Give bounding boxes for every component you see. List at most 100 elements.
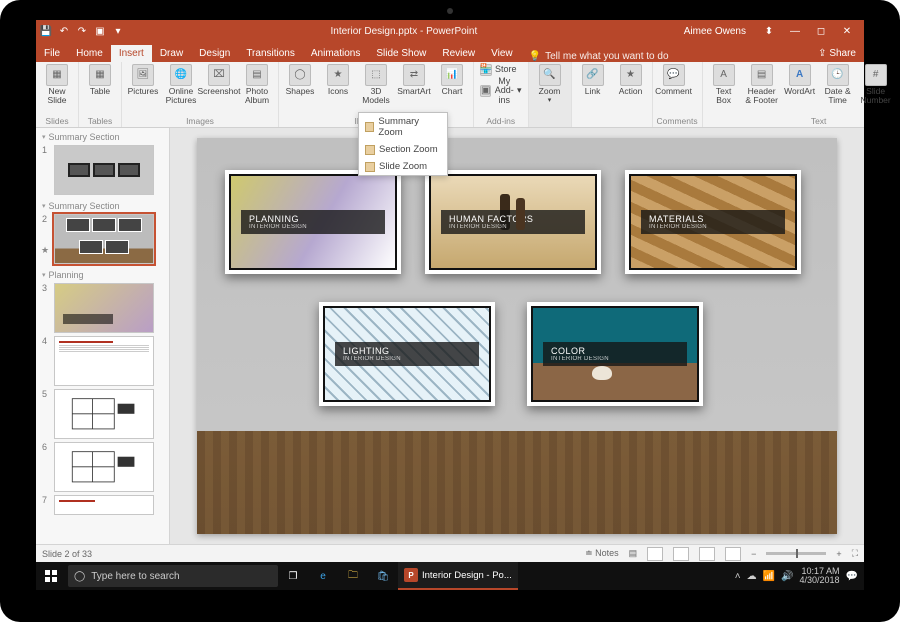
slide-thumbnail-6[interactable]	[54, 442, 154, 492]
section-header[interactable]: Summary Section	[42, 132, 163, 142]
reading-view-button[interactable]	[699, 547, 715, 561]
normal-view-button[interactable]	[647, 547, 663, 561]
smartart-button[interactable]: ⇄SmartArt	[397, 64, 431, 96]
redo-icon[interactable]: ↷	[76, 25, 88, 37]
tray-chevron-icon[interactable]: ˄	[735, 571, 741, 582]
onedrive-icon[interactable]: ☁	[747, 571, 757, 582]
volume-icon[interactable]: 🔊	[781, 571, 793, 582]
start-button[interactable]	[36, 562, 66, 590]
zoom-menu-section[interactable]: Section Zoom	[359, 141, 447, 158]
my-addins-button[interactable]: ▣My Add-ins▾	[478, 77, 524, 105]
tab-home[interactable]: Home	[68, 45, 111, 62]
taskbar-search[interactable]: ◯ Type here to search	[68, 565, 278, 587]
slide-canvas-area[interactable]: PLANNINGINTERIOR DESIGN HUMAN FACTORSINT…	[170, 128, 864, 544]
save-icon[interactable]: 💾	[40, 25, 52, 37]
link-icon: 🔗	[582, 64, 604, 86]
summary-frame-lighting[interactable]: LIGHTINGINTERIOR DESIGN	[319, 302, 495, 406]
header-footer-button[interactable]: ▤Header & Footer	[745, 64, 779, 105]
pictures-icon: 🖼	[132, 64, 154, 86]
table-button[interactable]: ▦ Table	[83, 64, 117, 96]
shapes-button[interactable]: ◯Shapes	[283, 64, 317, 96]
chart-button[interactable]: 📊Chart	[435, 64, 469, 96]
wifi-icon[interactable]: 📶	[763, 571, 775, 582]
smartart-icon: ⇄	[403, 64, 425, 86]
tab-transitions[interactable]: Transitions	[238, 45, 303, 62]
fit-to-window-button[interactable]: ⛶	[852, 548, 858, 559]
close-button[interactable]: ✕	[836, 20, 858, 42]
notes-button[interactable]: ≐ Notes	[585, 548, 619, 559]
pictures-label: Pictures	[128, 87, 159, 96]
store-icon[interactable]: 🛍	[368, 562, 398, 590]
edge-icon[interactable]: e	[308, 562, 338, 590]
online-pictures-button[interactable]: 🌐Online Pictures	[164, 64, 198, 105]
new-slide-icon: ▦	[46, 64, 68, 86]
section-header[interactable]: Planning	[42, 270, 163, 280]
3d-models-button[interactable]: ⬚3D Models	[359, 64, 393, 105]
undo-icon[interactable]: ↶	[58, 25, 70, 37]
frame-caption: MATERIALS	[649, 214, 704, 224]
zoom-label: Zoom	[539, 87, 561, 96]
slide-thumbnail-4[interactable]	[54, 336, 154, 386]
summary-frame-planning[interactable]: PLANNINGINTERIOR DESIGN	[225, 170, 401, 274]
slide-thumbnail-2[interactable]: ★	[54, 214, 154, 264]
tab-slide-show[interactable]: Slide Show	[368, 45, 434, 62]
tab-draw[interactable]: Draw	[152, 45, 191, 62]
pictures-button[interactable]: 🖼Pictures	[126, 64, 160, 96]
zoom-menu-slide[interactable]: Slide Zoom	[359, 158, 447, 175]
summary-frame-materials[interactable]: MATERIALSINTERIOR DESIGN	[625, 170, 801, 274]
zoom-out-button[interactable]: −	[751, 549, 756, 559]
store-button[interactable]: 🏪Store	[478, 64, 524, 76]
comment-button[interactable]: 💬Comment	[657, 64, 691, 96]
comments-button[interactable]: ▤	[629, 548, 638, 559]
tab-file[interactable]: File	[36, 45, 68, 62]
zoom-button[interactable]: 🔍Zoom▾	[533, 64, 567, 104]
start-from-beginning-icon[interactable]: ▣	[94, 25, 106, 37]
slide-thumbnail-pane[interactable]: Summary Section 1 Summary Section 2 ★	[36, 128, 170, 544]
tab-animations[interactable]: Animations	[303, 45, 368, 62]
summary-frame-color[interactable]: COLORINTERIOR DESIGN	[527, 302, 703, 406]
taskbar-clock[interactable]: 10:17 AM 4/30/2018	[800, 567, 840, 585]
action-center-icon[interactable]: 💬	[846, 571, 858, 582]
user-name[interactable]: Aimee Owens	[684, 26, 746, 37]
new-slide-button[interactable]: ▦ New Slide	[40, 64, 74, 105]
photo-album-button[interactable]: ▤Photo Album	[240, 64, 274, 105]
ribbon-insert: ▦ New Slide Slides ▦ Table Tables 🖼Pic	[36, 62, 864, 128]
ribbon-options-icon[interactable]: ⬍	[758, 20, 780, 42]
sorter-view-button[interactable]	[673, 547, 689, 561]
slide-thumbnail-7[interactable]	[54, 495, 154, 515]
slide-thumbnail-1[interactable]	[54, 145, 154, 195]
tab-view[interactable]: View	[483, 45, 521, 62]
textbox-button[interactable]: AText Box	[707, 64, 741, 105]
wordart-button[interactable]: AWordArt	[783, 64, 817, 96]
notes-label: Notes	[595, 548, 619, 558]
icons-button[interactable]: ★Icons	[321, 64, 355, 96]
object-button[interactable]: ◫Object	[897, 64, 900, 96]
action-button[interactable]: ★Action	[614, 64, 648, 96]
zoom-slider[interactable]	[766, 552, 826, 555]
zoom-menu-summary[interactable]: Summary Zoom	[359, 113, 447, 141]
minimize-button[interactable]: —	[784, 20, 806, 42]
system-tray[interactable]: ˄ ☁ 📶 🔊 10:17 AM 4/30/2018 💬	[735, 567, 864, 585]
taskbar-app-powerpoint[interactable]: P Interior Design - Po...	[398, 562, 518, 590]
search-placeholder: Type here to search	[91, 571, 179, 582]
tab-design[interactable]: Design	[191, 45, 238, 62]
share-button[interactable]: ⇪ Share	[810, 45, 864, 62]
date-time-button[interactable]: 🕒Date & Time	[821, 64, 855, 105]
file-explorer-icon[interactable]: 🗀	[338, 562, 368, 590]
screenshot-button[interactable]: ⌧Screenshot	[202, 64, 236, 96]
tab-insert[interactable]: Insert	[111, 45, 152, 62]
current-slide[interactable]: PLANNINGINTERIOR DESIGN HUMAN FACTORSINT…	[197, 138, 837, 534]
tab-review[interactable]: Review	[434, 45, 483, 62]
restore-button[interactable]: ◻	[810, 20, 832, 42]
task-view-button[interactable]: ❐	[278, 562, 308, 590]
qat-more-icon[interactable]: ▾	[112, 25, 124, 37]
slide-number-button[interactable]: #Slide Number	[859, 64, 893, 105]
zoom-in-button[interactable]: +	[836, 549, 841, 559]
slide-thumbnail-5[interactable]	[54, 389, 154, 439]
tell-me-search[interactable]: 💡 Tell me what you want to do	[521, 51, 810, 62]
link-button[interactable]: 🔗Link	[576, 64, 610, 96]
slideshow-view-button[interactable]	[725, 547, 741, 561]
slide-thumbnail-3[interactable]	[54, 283, 154, 333]
summary-frame-human-factors[interactable]: HUMAN FACTORSINTERIOR DESIGN	[425, 170, 601, 274]
section-header[interactable]: Summary Section	[42, 201, 163, 211]
